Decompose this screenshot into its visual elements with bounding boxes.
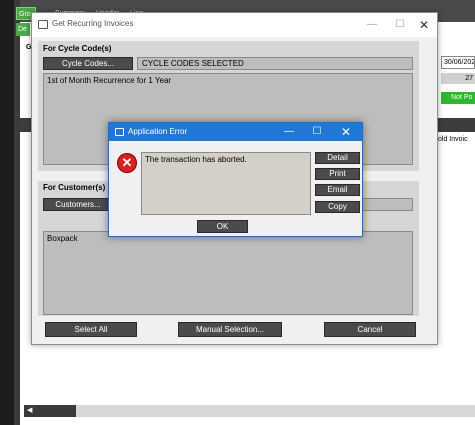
maximize-button[interactable]: ☐ [388,17,412,33]
email-button[interactable]: Email [315,184,360,196]
minimize-button[interactable]: — [360,17,384,33]
application-error-dialog: Application Error — ☐ ✕ ✕ The transactio… [108,122,363,237]
left-frame-inner [14,0,20,425]
error-icon: ✕ [117,153,137,173]
minimize-button[interactable]: — [277,124,301,140]
tab-de[interactable]: De [16,23,30,36]
error-message: The transaction has aborted. [141,152,311,215]
select-all-button[interactable]: Select All [45,322,137,337]
left-frame-strip [0,0,14,425]
maximize-button[interactable]: ☐ [305,124,329,140]
cancel-button[interactable]: Cancel [324,322,416,337]
close-button[interactable]: ✕ [334,124,358,140]
scroll-left-arrow-icon[interactable]: ◀ [27,405,37,417]
cycle-codes-field: CYCLE CODES SELECTED [137,57,413,70]
customers-field [358,198,413,211]
cycle-code-header: For Cycle Code(s) [43,44,112,53]
cycle-codes-button[interactable]: Cycle Codes... [43,57,133,70]
customer-header: For Customer(s) [43,183,106,192]
window-icon [38,20,48,29]
number-field[interactable]: 27 [441,73,475,84]
horizontal-scrollbar[interactable] [24,405,475,417]
error-titlebar: Application Error — ☐ ✕ [109,123,362,141]
detail-button[interactable]: Detail [315,152,360,164]
dialog-title: Get Recurring Invoices [52,19,134,28]
print-button[interactable]: Print [315,168,360,180]
ok-button[interactable]: OK [197,220,248,233]
error-dialog-title: Application Error [128,127,188,136]
close-button[interactable]: ✕ [412,17,436,33]
customer-list[interactable]: Boxpack [43,231,413,315]
copy-button[interactable]: Copy [315,201,360,213]
manual-selection-button[interactable]: Manual Selection... [178,322,282,337]
hold-invoice-label: old Invoic [438,136,468,143]
status-badge: Not Po [441,92,475,104]
window-icon [115,128,124,136]
dialog-titlebar: Get Recurring Invoices — ☐ ✕ [32,13,437,37]
date-field[interactable]: 30/06/202 [441,56,475,69]
list-item[interactable]: 1st of Month Recurrence for 1 Year [47,76,409,85]
customers-button[interactable]: Customers... [43,198,113,211]
